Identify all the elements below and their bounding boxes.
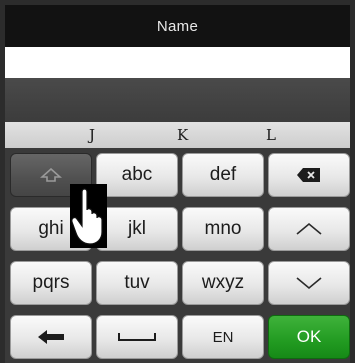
key-pqrs[interactable]: pqrs	[10, 261, 92, 305]
back-key[interactable]	[10, 315, 92, 359]
ok-button[interactable]: OK	[268, 315, 350, 359]
backspace-icon	[297, 168, 320, 182]
language-key[interactable]: EN	[182, 315, 264, 359]
back-arrow-icon	[38, 330, 64, 344]
chevron-up-icon	[296, 222, 322, 235]
key-abc[interactable]: abc	[96, 153, 178, 197]
hand-pointer-icon	[70, 184, 107, 248]
up-key[interactable]	[268, 207, 350, 251]
hint-letter-j[interactable]: J	[89, 126, 95, 144]
key-wxyz[interactable]: wxyz	[182, 261, 264, 305]
key-def[interactable]: def	[182, 153, 264, 197]
space-bar-icon	[118, 333, 156, 341]
page-title: Name	[5, 5, 350, 47]
keyboard-screen: Name J K L abc def ghi jkl mno pqrs tuv …	[0, 0, 355, 363]
letter-hint-row: J K L	[5, 122, 350, 148]
hint-letter-k[interactable]: K	[177, 126, 188, 144]
space-key[interactable]	[96, 315, 178, 359]
key-tuv[interactable]: tuv	[96, 261, 178, 305]
backspace-key[interactable]	[268, 153, 350, 197]
name-input[interactable]	[5, 47, 350, 78]
chevron-down-icon	[296, 277, 322, 290]
hint-letter-l[interactable]: L	[266, 126, 276, 144]
key-mno[interactable]: mno	[182, 207, 264, 251]
shift-up-arrow-icon	[40, 168, 62, 182]
down-key[interactable]	[268, 261, 350, 305]
t9-keyboard: abc def ghi jkl mno pqrs tuv wxyz EN OK	[5, 148, 350, 363]
key-jkl[interactable]: jkl	[96, 207, 178, 251]
candidate-bar	[5, 78, 350, 122]
